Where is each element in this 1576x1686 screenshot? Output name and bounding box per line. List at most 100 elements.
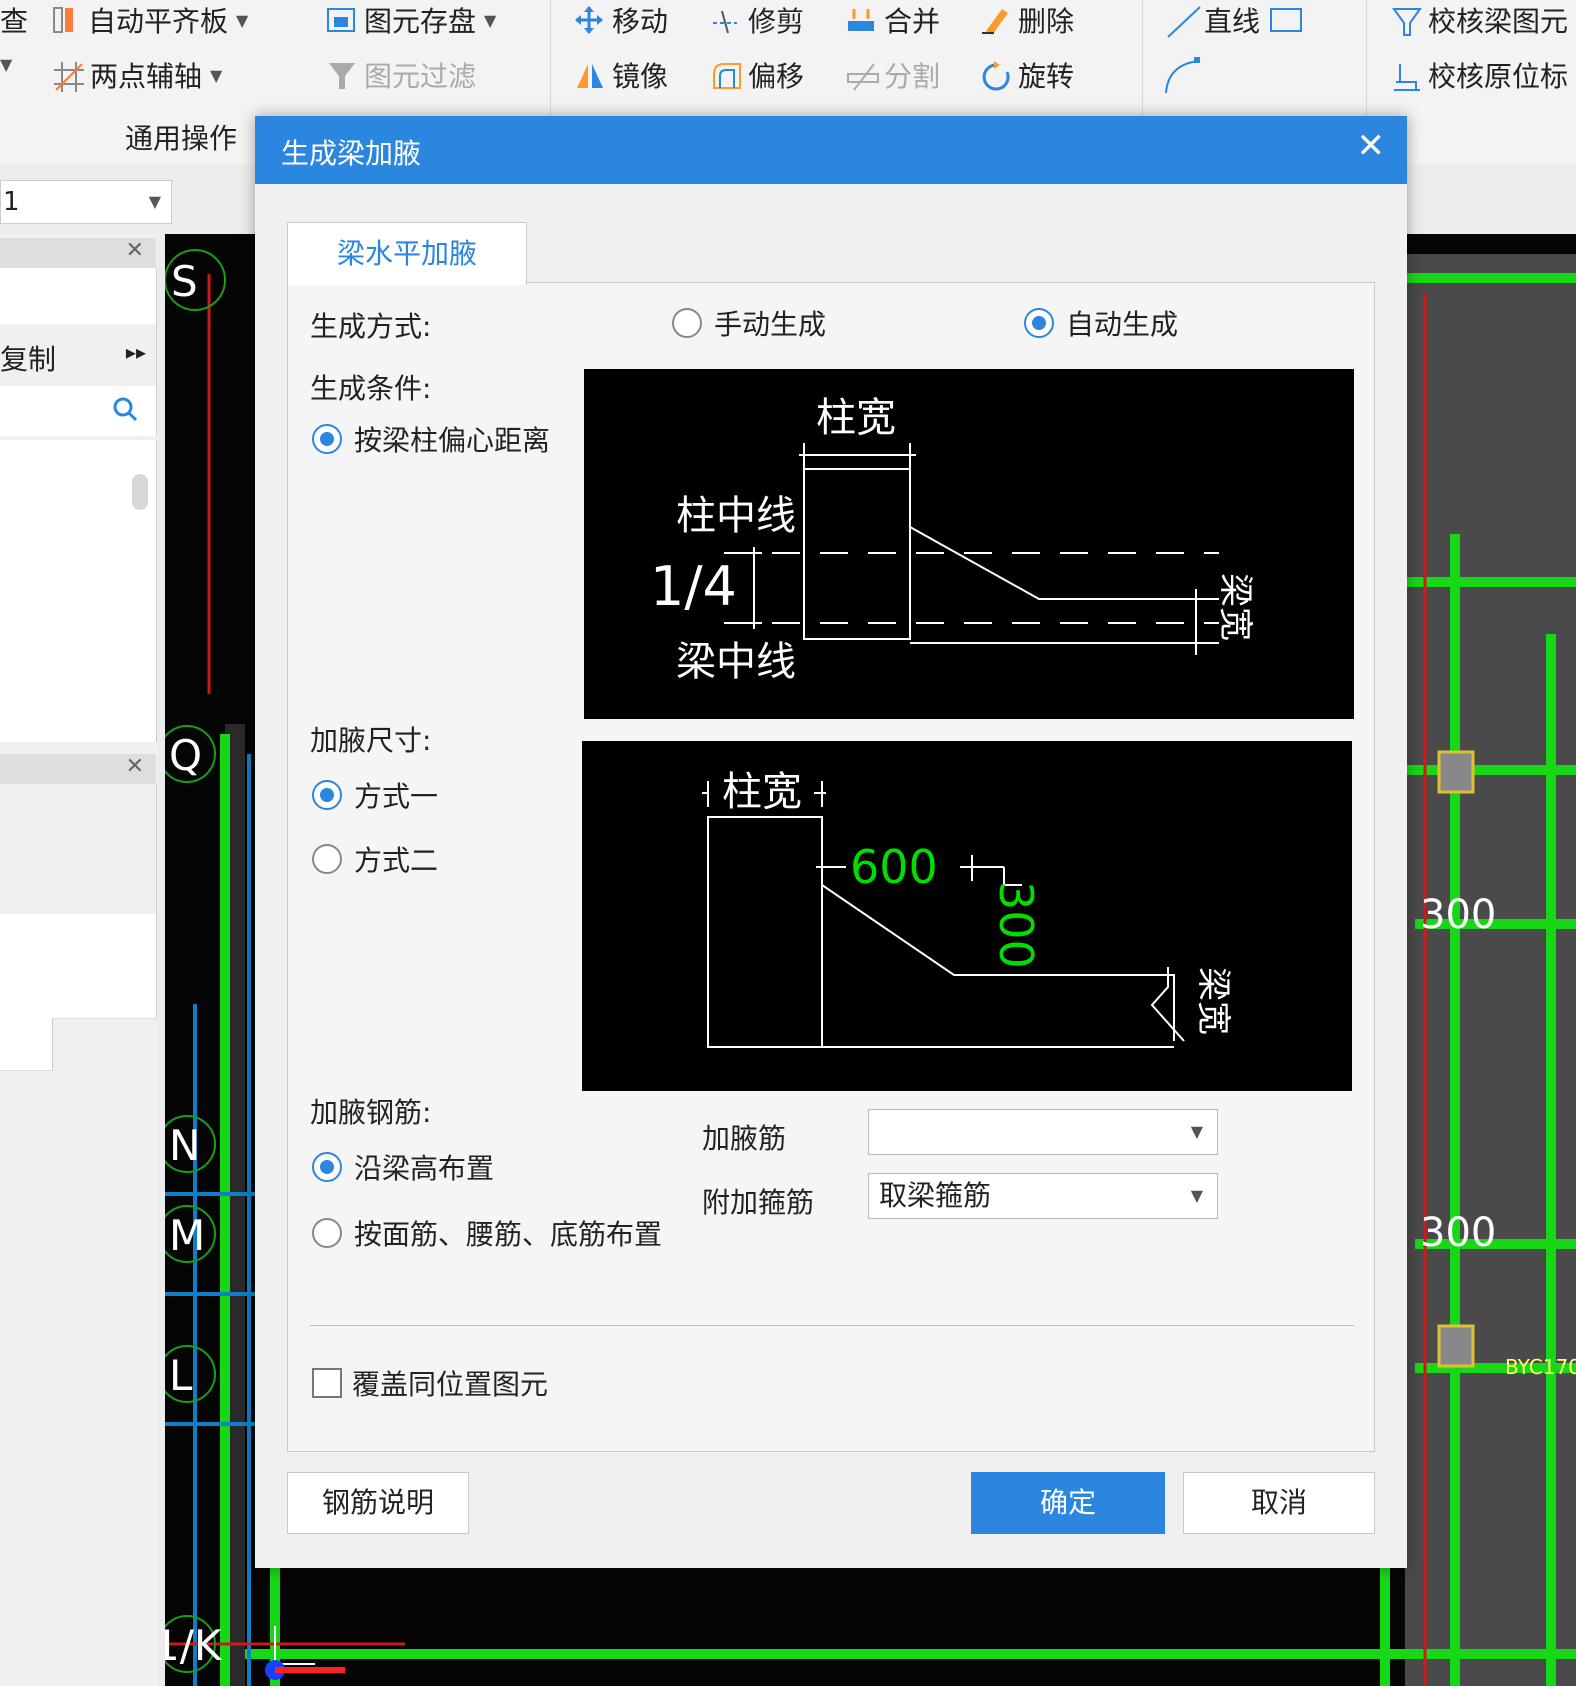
rebar-help-button[interactable]: 钢筋说明 bbox=[287, 1472, 469, 1534]
arc-button[interactable] bbox=[1162, 55, 1200, 94]
expand-icon: ▸▸ bbox=[125, 340, 146, 364]
offset-icon bbox=[710, 60, 741, 90]
close-icon[interactable]: ✕ bbox=[126, 238, 144, 263]
tab-panel: 生成方式: 手动生成 自动生成 生成条件: 按梁柱偏心距离 柱宽 柱中线 1/4… bbox=[287, 282, 1375, 1452]
check-in-situ-button[interactable]: 校核原位标 bbox=[1390, 55, 1568, 95]
size-method-two-radio[interactable]: 方式二 bbox=[312, 839, 438, 879]
haunch-bar-select[interactable]: ▼ bbox=[868, 1109, 1218, 1155]
element-filter-label: 图元过滤 bbox=[364, 60, 477, 93]
axis-label-l: L bbox=[169, 1351, 193, 1400]
size-method-one-label: 方式一 bbox=[354, 780, 439, 813]
prop-row bbox=[0, 966, 157, 1019]
dim-300-b: 300 bbox=[1420, 1210, 1496, 1256]
axis-icon bbox=[52, 60, 84, 92]
ribbon-query[interactable]: 查 bbox=[0, 0, 28, 40]
group-label: 通用操作 bbox=[125, 122, 238, 155]
rotate-button[interactable]: 旋转 bbox=[980, 55, 1074, 95]
filter-icon bbox=[326, 60, 356, 90]
panel-list bbox=[0, 440, 157, 742]
check-beam-icon bbox=[1390, 5, 1422, 36]
ok-button[interactable]: 确定 bbox=[971, 1472, 1165, 1534]
close-icon[interactable]: ✕ bbox=[1357, 126, 1386, 166]
two-point-axis-button[interactable]: 两点辅轴 ▼ bbox=[52, 55, 222, 95]
panel-props bbox=[0, 784, 157, 931]
haunch-height-label: 300 bbox=[989, 881, 1043, 969]
eraser-icon bbox=[980, 5, 1010, 35]
cancel-button[interactable]: 取消 bbox=[1183, 1472, 1375, 1534]
delete-button[interactable]: 删除 bbox=[980, 0, 1074, 40]
condition-diagram-drawing: 柱宽 柱中线 1/4 梁中线 梁宽 bbox=[650, 395, 1255, 685]
radio-method-one bbox=[312, 780, 342, 810]
mirror-button[interactable]: 镜像 bbox=[574, 55, 668, 95]
radio-auto bbox=[1024, 308, 1054, 338]
chevron-down-icon: ▼ bbox=[0, 55, 13, 74]
panel-header: ✕ bbox=[0, 238, 156, 268]
auto-generate-radio[interactable]: 自动生成 bbox=[1024, 303, 1178, 343]
check-in-situ-label: 校核原位标 bbox=[1428, 60, 1569, 93]
radio-eccentric bbox=[312, 424, 342, 454]
rotate-icon bbox=[980, 60, 1010, 91]
eccentric-distance-radio[interactable]: 按梁柱偏心距离 bbox=[312, 419, 550, 459]
size-method-one-radio[interactable]: 方式一 bbox=[312, 775, 438, 815]
merge-label: 合并 bbox=[884, 5, 941, 38]
rectangle-icon bbox=[1268, 5, 1303, 35]
tab-horizontal-haunch[interactable]: 梁水平加腋 bbox=[287, 222, 527, 285]
chevron-down-icon: ▼ bbox=[1190, 1186, 1203, 1205]
beam-tag: BYC1707 bbox=[1505, 1355, 1576, 1379]
offset-button[interactable]: 偏移 bbox=[710, 55, 804, 95]
check-beam-button[interactable]: 校核梁图元 bbox=[1390, 0, 1568, 40]
layer-combo[interactable]: 1 ▼ bbox=[0, 180, 172, 224]
ribbon-overflow[interactable]: ▼ bbox=[0, 55, 12, 74]
axis-label-m: M bbox=[169, 1211, 205, 1260]
mirror-icon bbox=[574, 60, 604, 90]
gen-condition-label: 生成条件: bbox=[310, 372, 432, 405]
dialog-title: 生成梁加腋 bbox=[281, 137, 422, 170]
panel-search-input[interactable] bbox=[0, 386, 157, 436]
chevron-down-icon: ▼ bbox=[484, 10, 497, 30]
extra-stirrup-select[interactable]: 取梁箍筋 ▼ bbox=[868, 1173, 1218, 1219]
ratio-label: 1/4 bbox=[650, 555, 737, 618]
ribbon-divider bbox=[550, 0, 551, 118]
panel-scrollbar[interactable] bbox=[132, 474, 148, 510]
query-label: 查 bbox=[0, 5, 29, 38]
merge-button[interactable]: 合并 bbox=[846, 0, 940, 40]
chevron-down-icon: ▼ bbox=[236, 10, 249, 30]
split-button[interactable]: 分割 bbox=[846, 55, 940, 95]
auto-generate-label: 自动生成 bbox=[1066, 308, 1179, 341]
layer-combo-value: 1 bbox=[3, 187, 20, 217]
line-button[interactable]: 直线 bbox=[1166, 0, 1303, 40]
element-filter-button[interactable]: 图元过滤 bbox=[326, 55, 476, 95]
auto-align-slab-button[interactable]: 自动平齐板 ▼ bbox=[50, 0, 248, 40]
chevron-down-icon: ▼ bbox=[148, 192, 161, 211]
manual-generate-radio[interactable]: 手动生成 bbox=[672, 303, 826, 343]
dialog-titlebar[interactable]: 生成梁加腋 ✕ bbox=[255, 116, 1407, 184]
size-diagram-drawing: 柱宽 600 300 梁宽 bbox=[702, 769, 1233, 1048]
axis-label-1k: 1/K bbox=[165, 1621, 223, 1670]
by-top-waist-bottom-radio[interactable]: 按面筋、腰筋、底筋布置 bbox=[312, 1213, 662, 1253]
condition-diagram: 柱宽 柱中线 1/4 梁中线 梁宽 bbox=[584, 369, 1354, 719]
save-element-button[interactable]: 图元存盘 ▼ bbox=[326, 0, 496, 40]
move-button[interactable]: 移动 bbox=[574, 0, 668, 40]
size-diagram: 柱宽 600 300 梁宽 bbox=[582, 741, 1352, 1091]
axis-label-s: S bbox=[171, 257, 198, 306]
radio-manual bbox=[672, 308, 702, 338]
close-icon[interactable]: ✕ bbox=[126, 754, 144, 779]
haunch-length-label: 600 bbox=[850, 840, 938, 894]
chevron-down-icon: ▼ bbox=[1190, 1122, 1203, 1141]
split-icon bbox=[846, 60, 879, 91]
line-icon bbox=[1166, 5, 1201, 38]
align-slab-icon bbox=[50, 5, 80, 35]
along-beam-height-radio[interactable]: 沿梁高布置 bbox=[312, 1147, 494, 1187]
beam-width-label-2: 梁宽 bbox=[1193, 967, 1233, 1035]
trim-button[interactable]: 修剪 bbox=[710, 0, 804, 40]
trim-label: 修剪 bbox=[748, 5, 805, 38]
prop-row bbox=[0, 914, 157, 967]
overwrite-checkbox[interactable]: 覆盖同位置图元 bbox=[312, 1363, 548, 1403]
copy-row[interactable]: 复制 ▸▸ bbox=[0, 324, 157, 386]
save-element-icon bbox=[326, 5, 356, 35]
column-width-label-2: 柱宽 bbox=[722, 769, 802, 815]
haunch-bar-label: 加腋筋 bbox=[702, 1122, 787, 1155]
manual-generate-label: 手动生成 bbox=[714, 308, 827, 341]
column-centerline-label: 柱中线 bbox=[676, 493, 796, 539]
line-label: 直线 bbox=[1204, 5, 1261, 38]
